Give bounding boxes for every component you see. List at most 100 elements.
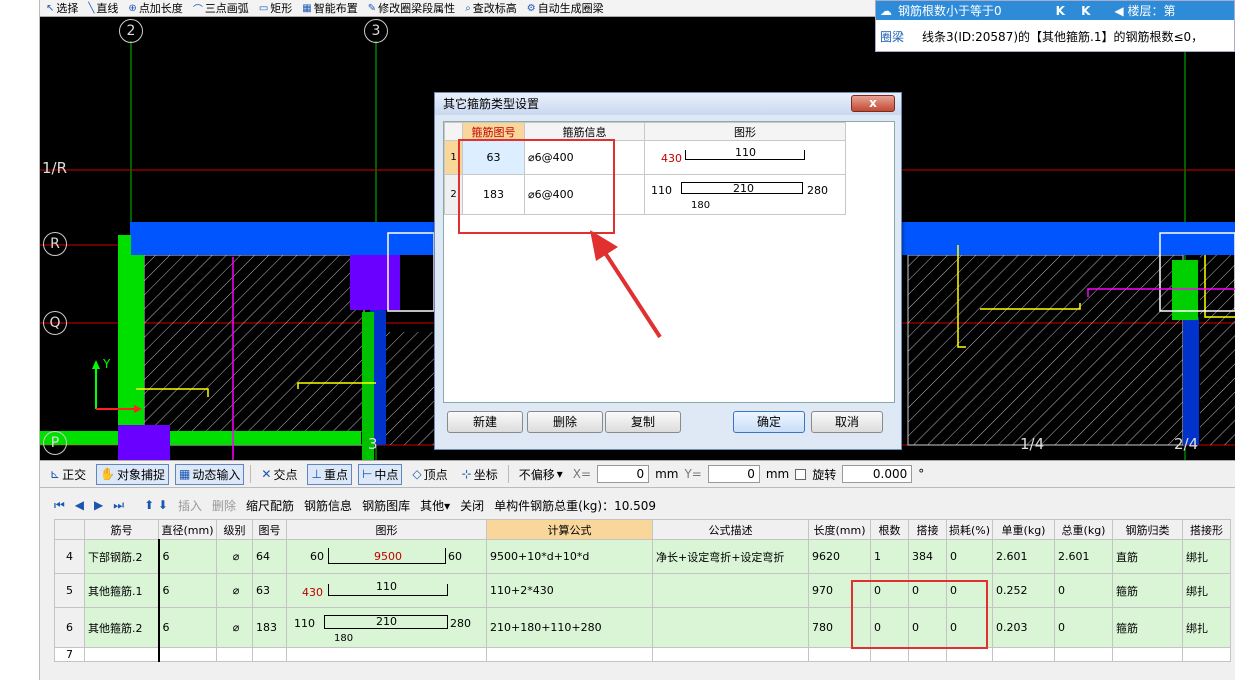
midpoint-snap[interactable]: ⊢ 中点 [357,463,403,485]
row-number[interactable]: 7 [54,647,85,662]
auto-ring-beam-tool[interactable]: ⚙ 自动生成圈梁 [527,0,604,16]
col-lap[interactable]: 搭接 [908,519,947,540]
lap-form-cell[interactable]: 绑扎 [1182,539,1231,574]
rebar-library-button[interactable]: 钢筋图库 [362,497,410,514]
shape-code-cell[interactable]: 183 [252,607,287,648]
col-shape-code[interactable]: 图号 [252,519,287,540]
rebar-type-cell[interactable]: 箍筋 [1112,573,1183,608]
table-row[interactable]: 5 其他箍筋.1 6 ⌀ 63 430 110 110+2*430 970 0 … [54,573,1231,608]
three-point-arc-tool[interactable]: ⌒ 三点画弧 [193,0,249,16]
rectangle-tool[interactable]: ▭ 矩形 [259,0,292,16]
copy-button[interactable]: 复制 [605,411,681,433]
bar-name-cell[interactable]: 下部钢筋.2 [84,539,160,574]
empty-cell[interactable] [908,647,947,662]
col-formula-desc[interactable]: 公式描述 [652,519,809,540]
grade-cell[interactable]: ⌀ [216,573,253,608]
shape-cell[interactable]: 110 210 280 180 [286,607,487,648]
new-button[interactable]: 新建 [447,411,523,433]
lap-cell[interactable]: 384 [908,539,947,574]
dialog-close-button[interactable]: x [851,95,895,112]
formula-desc-cell[interactable] [652,573,809,608]
diameter-cell[interactable]: 6 [158,607,217,648]
total-weight-cell[interactable]: 0 [1054,607,1113,648]
col-count[interactable]: 根数 [870,519,909,540]
rebar-type-cell[interactable]: 箍筋 [1112,607,1183,648]
shape-code-cell[interactable]: 64 [252,539,287,574]
line-tool[interactable]: ╲ 直线 [88,0,118,16]
empty-cell[interactable] [870,647,909,662]
length-cell[interactable]: 9620 [808,539,871,574]
col-loss[interactable]: 损耗(%) [946,519,993,540]
smart-layout-tool[interactable]: ▦ 智能布置 [302,0,357,16]
row-number[interactable]: 5 [54,573,85,608]
cancel-button[interactable]: 取消 [811,411,883,433]
bar-name-cell[interactable]: 其他箍筋.1 [84,573,160,608]
col-length[interactable]: 长度(mm) [808,519,871,540]
notification-type[interactable]: 圈梁 [880,28,904,45]
empty-cell[interactable] [158,647,217,662]
scale-rebar-button[interactable]: 缩尺配筋 [246,497,294,514]
shape-cell[interactable]: 430 110 [286,573,487,608]
diameter-cell[interactable]: 6 [158,539,217,574]
unit-weight-cell[interactable]: 0.203 [992,607,1055,648]
close-button[interactable]: 关闭 [460,497,484,514]
empty-cell[interactable] [252,647,287,662]
bar-name-cell[interactable]: 其他箍筋.2 [84,607,160,648]
empty-cell[interactable] [652,647,809,662]
other-menu-button[interactable]: 其他▾ [420,497,450,514]
grade-cell[interactable]: ⌀ [216,607,253,648]
rebar-info-button[interactable]: 钢筋信息 [304,497,352,514]
col-formula[interactable]: 计算公式 [486,519,653,540]
total-weight-cell[interactable]: 0 [1054,573,1113,608]
perpendicular-snap[interactable]: ⊥ 重点 [307,463,352,485]
row-number[interactable]: 6 [54,607,85,648]
empty-cell[interactable] [84,647,160,662]
empty-cell[interactable] [216,647,253,662]
formula-desc-cell[interactable]: 净长+设定弯折+设定弯折 [652,539,809,574]
ok-button[interactable]: 确定 [733,411,805,433]
delete-button[interactable]: 删除 [527,411,603,433]
rotate-angle-input[interactable]: 0.000 [842,465,913,483]
col-total-weight[interactable]: 总重(kg) [1054,519,1113,540]
col-stirrup-info[interactable]: 箍筋信息 [524,122,645,141]
diameter-cell[interactable]: 6 [158,573,217,608]
col-diameter[interactable]: 直径(mm) [158,519,217,540]
intersection-snap[interactable]: ✕ 交点 [257,464,301,485]
col-shape[interactable]: 图形 [286,519,487,540]
empty-cell[interactable] [486,647,653,662]
y-offset-input[interactable]: 0 [707,465,760,483]
table-row[interactable]: 6 其他箍筋.2 6 ⌀ 183 110 210 280 180 210+180… [54,607,1231,648]
row-number[interactable]: 4 [54,539,85,574]
col-unit-weight[interactable]: 单重(kg) [992,519,1055,540]
formula-cell[interactable]: 110+2*430 [486,573,653,608]
lap-form-cell[interactable]: 绑扎 [1182,607,1231,648]
floor-selector[interactable]: ◀ 楼层：第 [1114,2,1175,19]
col-shape[interactable]: 图形 [644,122,846,141]
shape-cell[interactable]: 60 9500 60 [286,539,487,574]
select-tool[interactable]: ↖ 选择 [46,0,78,16]
point-length-tool[interactable]: ⊕ 点加长度 [128,0,182,16]
col-rebar-type[interactable]: 钢筋归类 [1112,519,1183,540]
vertex-snap[interactable]: ◇ 顶点 [408,464,451,485]
notification-nav-buttons[interactable]: K K [1056,4,1097,18]
total-weight-cell[interactable]: 2.601 [1054,539,1113,574]
unit-weight-cell[interactable]: 0.252 [992,573,1055,608]
empty-cell[interactable] [1054,647,1113,662]
object-snap-toggle[interactable]: ✋ 对象捕捉 [96,463,170,485]
grade-cell[interactable]: ⌀ [216,539,253,574]
empty-cell[interactable] [1112,647,1183,662]
formula-cell[interactable]: 210+180+110+280 [486,607,653,648]
coordinate-snap[interactable]: ⊹ 坐标 [458,464,502,485]
col-grade[interactable]: 级别 [216,519,253,540]
table-row[interactable]: 4 下部钢筋.2 6 ⌀ 64 60 9500 60 9500+10*d+10*… [54,539,1231,574]
table-row-empty[interactable]: 7 [54,647,1231,662]
unit-weight-cell[interactable]: 2.601 [992,539,1055,574]
record-nav-buttons[interactable]: ⏮◀▶⏭ [54,498,134,513]
move-up-down-icon[interactable]: ⬆ ⬇ [144,498,168,512]
ortho-toggle[interactable]: ⊾ 正交 [46,464,90,485]
empty-cell[interactable] [808,647,871,662]
rebar-type-cell[interactable]: 直筋 [1112,539,1183,574]
count-cell[interactable]: 1 [870,539,909,574]
empty-cell[interactable] [286,647,487,662]
col-bar-name[interactable]: 筋号 [84,519,159,540]
